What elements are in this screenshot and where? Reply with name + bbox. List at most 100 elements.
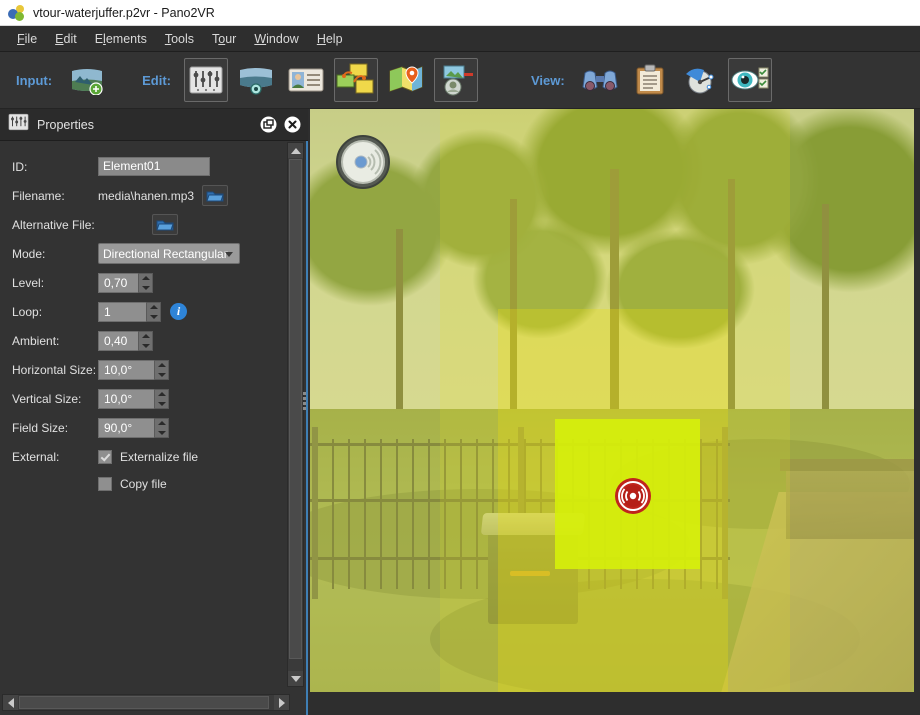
visibility-button[interactable] <box>727 58 772 102</box>
field-row-loop: Loop: 1 i <box>0 297 288 326</box>
vertical-size-value: 10,0° <box>98 388 154 409</box>
id-label: ID: <box>12 159 28 174</box>
chevron-right-icon <box>278 697 285 708</box>
horizontal-size-label: Horizontal Size: <box>12 362 97 377</box>
skin-editor-button[interactable] <box>433 58 478 102</box>
menu-help[interactable]: Help <box>308 29 352 49</box>
skin-editor-icon <box>443 65 473 96</box>
vertical-size-stepper[interactable]: 10,0° <box>98 388 169 409</box>
id-input[interactable]: Element01 <box>98 157 210 176</box>
mode-value: Directional Rectangular <box>103 246 228 261</box>
menu-file[interactable]: File <box>8 29 46 49</box>
close-icon[interactable] <box>284 116 301 133</box>
clipboard-icon <box>636 64 664 95</box>
horizontal-scroll-thumb[interactable] <box>19 696 269 709</box>
sound-hotspot-icon[interactable] <box>613 476 653 516</box>
panorama-viewport[interactable] <box>310 109 920 692</box>
folder-open-icon <box>206 191 224 201</box>
info-icon[interactable]: i <box>170 303 187 320</box>
field-row-vertical-size: Vertical Size: 10,0° <box>0 384 288 413</box>
level-label: Level: <box>12 275 45 290</box>
loop-stepper[interactable]: 1 <box>98 301 161 322</box>
viewport-right-edge <box>914 109 920 692</box>
horizontal-size-spin-buttons[interactable] <box>154 359 169 380</box>
vertical-scroll-thumb[interactable] <box>289 159 302 659</box>
pano2vr-window: vtour-waterjuffer.p2vr - Pano2VR File Ed… <box>0 0 920 715</box>
undock-icon[interactable] <box>260 116 277 133</box>
field-row-external: External: Externalize file <box>0 442 288 471</box>
scroll-right-button[interactable] <box>274 695 289 710</box>
field-size-spin-buttons[interactable] <box>154 417 169 438</box>
menu-bar: File Edit Elements Tools Tour Window Hel… <box>0 26 920 52</box>
copy-file-checkbox[interactable] <box>98 477 112 491</box>
window-title: vtour-waterjuffer.p2vr - Pano2VR <box>33 5 215 20</box>
chevron-left-icon <box>7 697 14 708</box>
field-row-horizontal-size: Horizontal Size: 10,0° <box>0 355 288 384</box>
filename-browse-button[interactable] <box>202 185 229 206</box>
status-bar <box>310 692 920 715</box>
filename-label: Filename: <box>12 188 65 203</box>
chevron-up-icon <box>290 147 301 154</box>
scroll-left-button[interactable] <box>3 695 18 710</box>
pano2vr-logo-icon <box>8 4 26 22</box>
field-row-filename: Filename: media\hanen.mp3 <box>0 181 288 210</box>
toolbar-input-group <box>62 58 112 102</box>
panel-horizontal-scrollbar[interactable] <box>2 694 290 711</box>
field-size-stepper[interactable]: 90,0° <box>98 417 169 438</box>
mode-dropdown[interactable]: Directional Rectangular <box>98 243 240 264</box>
menu-window[interactable]: Window <box>245 29 307 49</box>
field-row-field-size: Field Size: 90,0° <box>0 413 288 442</box>
user-data-button[interactable] <box>284 58 328 102</box>
loop-label: Loop: <box>12 304 43 319</box>
chevron-down-icon <box>225 252 233 257</box>
loop-spin-buttons[interactable] <box>146 301 161 322</box>
viewing-parameters-button[interactable] <box>678 58 722 102</box>
id-card-icon <box>288 68 324 92</box>
chevron-down-icon <box>290 675 301 682</box>
ambient-stepper[interactable]: 0,40 <box>98 330 153 351</box>
filename-value: media\hanen.mp3 <box>98 188 195 203</box>
patch-viewer-button[interactable] <box>234 58 278 102</box>
field-size-value: 90,0° <box>98 417 154 438</box>
properties-panel-header: Properties <box>0 109 308 141</box>
menu-tools[interactable]: Tools <box>156 29 203 49</box>
level-stepper[interactable]: 0,70 <box>98 272 153 293</box>
tour-browser-button[interactable] <box>333 58 378 102</box>
preview-button[interactable] <box>578 58 622 102</box>
copy-file-label: Copy file <box>120 477 167 491</box>
level-spin-buttons[interactable] <box>138 272 153 293</box>
output-list-button[interactable] <box>628 58 672 102</box>
binoculars-icon <box>582 70 618 91</box>
ambient-label: Ambient: <box>12 333 60 348</box>
panel-title: Properties <box>37 117 94 132</box>
speaker-icon[interactable] <box>335 134 391 190</box>
add-input-panorama-button[interactable] <box>65 58 109 102</box>
map-pin-icon <box>389 66 423 92</box>
ambient-spin-buttons[interactable] <box>138 330 153 351</box>
folder-open-icon <box>156 220 174 230</box>
element-properties-button[interactable] <box>183 58 228 102</box>
field-row-id: ID: Element01 <box>0 152 288 181</box>
eye-checklist-icon <box>731 67 769 90</box>
scroll-down-button[interactable] <box>288 671 303 686</box>
scroll-up-button[interactable] <box>288 143 303 158</box>
horizontal-size-stepper[interactable]: 10,0° <box>98 359 169 380</box>
alternative-file-browse-button[interactable] <box>152 214 178 235</box>
level-value: 0,70 <box>98 272 138 293</box>
vertical-size-spin-buttons[interactable] <box>154 388 169 409</box>
externalize-file-checkbox[interactable] <box>98 449 112 464</box>
field-row-ambient: Ambient: 0,40 <box>0 326 288 355</box>
menu-edit[interactable]: Edit <box>46 29 86 49</box>
panorama-eye-icon <box>239 68 272 95</box>
menu-elements[interactable]: Elements <box>86 29 156 49</box>
map-button[interactable] <box>384 58 428 102</box>
loop-value: 1 <box>98 301 146 322</box>
main-toolbar: Input: Edit: View: <box>0 52 920 109</box>
copy-file-row: Copy file <box>0 471 288 497</box>
vertical-splitter-handle[interactable] <box>303 390 308 414</box>
field-size-label: Field Size: <box>12 420 69 435</box>
panel-vertical-scrollbar[interactable] <box>287 142 304 687</box>
toolbar-view-group <box>575 58 775 102</box>
tour-nodes-icon <box>336 63 374 94</box>
menu-tour[interactable]: Tour <box>203 29 245 49</box>
